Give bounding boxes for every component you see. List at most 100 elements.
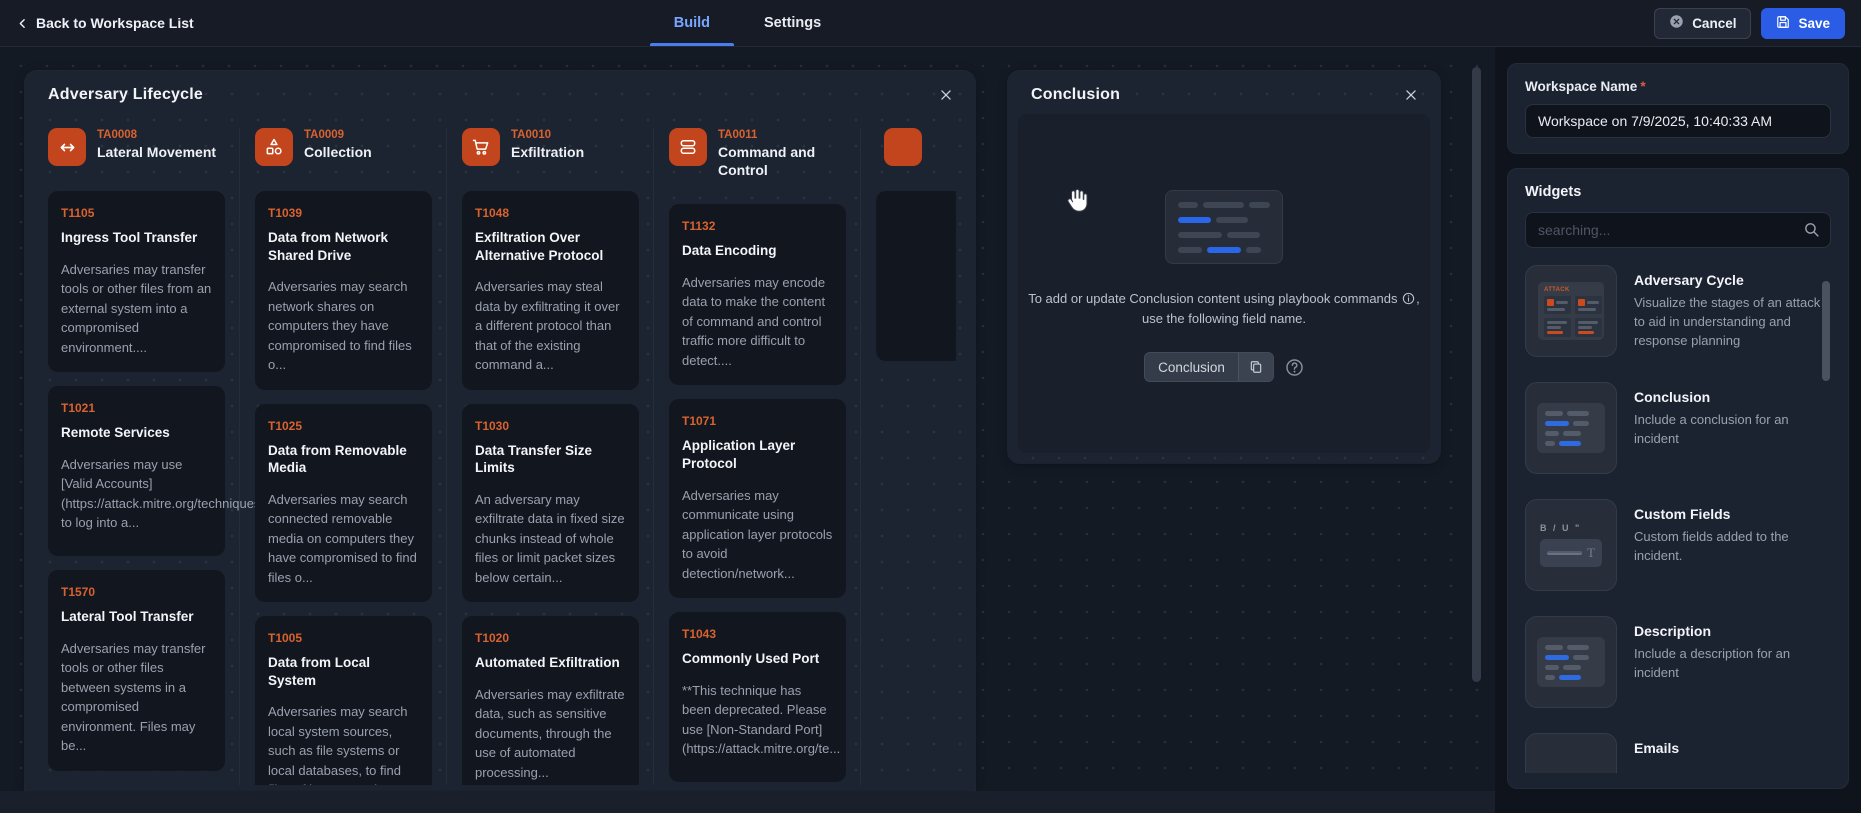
tactic-labels: TA0009 Collection (304, 128, 372, 161)
widget-title: Conclusion (1634, 389, 1711, 405)
tactic-name: Command and Control (718, 144, 816, 179)
technique-description: Adversaries may use [Valid Accounts] (ht… (61, 456, 306, 531)
technique-card-T1132[interactable]: T1132 Data Encoding Adversaries may encode… (669, 204, 846, 386)
technique-card-T1025[interactable]: T1025 Data from Removable Media Adversarie… (255, 403, 432, 603)
widget-list-item-conclusion[interactable]: Conclusion Include a conclusion for an in… (1525, 382, 1831, 474)
adversary-lifecycle-widget[interactable]: Adversary Lifecycle TA0008 Lateral Moveme… (25, 71, 975, 790)
widget-info: Description Include a description for an … (1634, 616, 1831, 683)
technique-description: Adversaries may transfer tools or other … (61, 261, 212, 355)
workspace-name-input[interactable] (1525, 104, 1831, 138)
document-placeholder-graphic (1165, 190, 1283, 264)
technique-card-T1570[interactable]: T1570 Lateral Tool Transfer Adversaries ma… (48, 570, 225, 771)
technique-title: Remote Services (61, 425, 170, 441)
technique-title: Data from Removable Media (268, 442, 407, 476)
widget-info: Adversary Cycle Visualize the stages of a… (1634, 265, 1831, 351)
canvas-scrollbar-thumb[interactable] (1472, 67, 1481, 682)
technique-card-T1039[interactable]: T1039 Data from Network Shared Drive Adver… (255, 191, 432, 390)
technique-description: Adversaries may search local system sour… (268, 704, 408, 785)
tactic-header-TA0008: TA0008 Lateral Movement (48, 128, 225, 166)
widget-list-item-description[interactable]: Description Include a description for an … (1525, 616, 1831, 708)
technique-card-T1021[interactable]: T1021 Remote Services Adversaries may use … (48, 386, 306, 557)
technique-title: Data Encoding (682, 243, 777, 259)
technique-title: Data from Local System (268, 655, 371, 688)
widget-list-item-emails[interactable]: Emails (1525, 733, 1831, 773)
technique-card-T1005[interactable]: T1005 Data from Local System Adversaries m… (255, 616, 432, 785)
tactic-name: Lateral Movement (97, 144, 217, 160)
widget-info: Emails (1634, 733, 1831, 756)
technique-card-T1020[interactable]: T1020 Automated Exfiltration Adversaries m… (462, 616, 639, 785)
technique-card-partial[interactable] (876, 191, 956, 361)
widget-search-input[interactable] (1525, 212, 1831, 248)
conclusion-close-icon[interactable] (1402, 86, 1420, 104)
cancel-label: Cancel (1692, 15, 1737, 31)
conclusion-widget[interactable]: Conclusion To add or update Conclusion c… (1008, 71, 1440, 463)
tactic-header-TA0011: TA0011 Command and Control (669, 128, 846, 179)
technique-description: Adversaries may transfer tools or other … (61, 640, 206, 754)
technique-card-T1105[interactable]: T1105 Ingress Tool Transfer Adversaries ma… (48, 191, 225, 373)
tactic-id: TA0011 (718, 129, 758, 141)
save-button[interactable]: Save (1761, 7, 1845, 39)
build-settings-tabs: Build Settings (649, 0, 825, 46)
widget-description: Visualize the stages of an attack to aid… (1634, 295, 1821, 348)
technique-title: Application Layer Protocol (682, 438, 796, 471)
widget-thumbnail-adversary-icon: ATTACK (1525, 265, 1617, 357)
widget-title: Adversary Cycle (1634, 272, 1744, 288)
technique-title: Data from Network Shared Drive (268, 230, 389, 263)
save-icon (1776, 15, 1790, 32)
technique-card-T1030[interactable]: T1030 Data Transfer Size Limits An adversa… (462, 403, 639, 603)
technique-id: T1105 (61, 206, 95, 220)
widget-list-item-custom-fields[interactable]: B / U "​ T Custom Fields Custom fields adde… (1525, 499, 1831, 591)
widget-thumbnail-doc-icon (1525, 616, 1617, 708)
adversary-lifecycle-title: Adversary Lifecycle (48, 86, 204, 103)
help-icon[interactable] (1285, 358, 1304, 377)
cart-icon (462, 128, 500, 166)
back-label: Back to Workspace List (36, 15, 194, 31)
technique-description: Adversaries may search connected removab… (268, 491, 417, 585)
required-marker: * (1640, 79, 1646, 94)
widget-info: Custom Fields Custom fields added to the … (1634, 499, 1831, 566)
canvas-scrollbar[interactable] (1472, 59, 1481, 783)
field-name-label: Conclusion (1158, 359, 1225, 375)
technique-id: T1005 (268, 631, 303, 646)
widget-list-item-adversary-cycle[interactable]: ATTACK Adversary Cycle Visualize the stage… (1525, 265, 1831, 357)
technique-id: T1025 (268, 418, 303, 433)
technique-description: Adversaries may search network shares on… (268, 279, 412, 373)
technique-card-T1071[interactable]: T1071 Application Layer Protocol Adversari… (669, 399, 846, 599)
widgets-heading: Widgets (1525, 184, 1582, 200)
workspace-canvas[interactable]: Adversary Lifecycle TA0008 Lateral Moveme… (0, 47, 1495, 813)
widgets-card: Widgets ATTACK Adversary Cycle Visualize t… (1507, 168, 1849, 789)
technique-description: Adversaries may encode data to make the … (682, 274, 826, 368)
widget-title: Custom Fields (1634, 506, 1731, 522)
server-stack-icon (669, 128, 707, 166)
widget-thumbnail-emails-icon (1525, 733, 1617, 773)
tactic-column-TA0008: TA0008 Lateral Movement T1105 Ingress Tool … (48, 128, 306, 785)
workspace-name-card: Workspace Name * (1507, 63, 1849, 154)
tactic-header-TA0010: TA0010 Exfiltration (462, 128, 639, 166)
tactic-icon-partial (884, 128, 922, 166)
tab-settings[interactable]: Settings (760, 0, 825, 46)
workspace-name-label: Workspace Name * (1525, 79, 1646, 94)
tab-build[interactable]: Build (649, 0, 735, 46)
technique-id: T1030 (475, 418, 510, 433)
widget-info: Conclusion Include a conclusion for an in… (1634, 382, 1831, 449)
technique-description: An adversary may exfiltrate data in fixe… (475, 491, 625, 585)
copy-icon[interactable] (1237, 353, 1273, 382)
technique-title: Commonly Used Port (682, 651, 820, 667)
conclusion-empty-state: To add or update Conclusion content usin… (1018, 114, 1430, 453)
widget-list-scrollbar-thumb[interactable] (1822, 281, 1830, 381)
cancel-circle-x-icon (1669, 14, 1684, 32)
technique-title: Automated Exfiltration (475, 655, 620, 671)
cancel-button[interactable]: Cancel (1654, 7, 1752, 39)
arrows-horizontal-icon (48, 128, 86, 166)
technique-description: **This technique has been deprecated. Pl… (682, 682, 841, 757)
adversary-lifecycle-close-icon[interactable] (937, 86, 955, 104)
tactic-column-TA0010: TA0010 Exfiltration T1048 Exfiltration Over… (462, 128, 654, 785)
technique-card-T1043[interactable]: T1043 Commonly Used Port **This technique … (669, 612, 846, 783)
technique-description: Adversaries may communicate using applic… (682, 487, 833, 581)
widget-description: Include a description for an incident (1634, 646, 1791, 680)
technique-card-T1048[interactable]: T1048 Exfiltration Over Alternative Proto… (462, 191, 639, 390)
info-icon[interactable] (1401, 291, 1416, 306)
technique-id: T1020 (475, 631, 510, 646)
adversary-lifecycle-header: Adversary Lifecycle (25, 71, 975, 112)
back-to-workspace-list-button[interactable]: Back to Workspace List (16, 15, 194, 31)
